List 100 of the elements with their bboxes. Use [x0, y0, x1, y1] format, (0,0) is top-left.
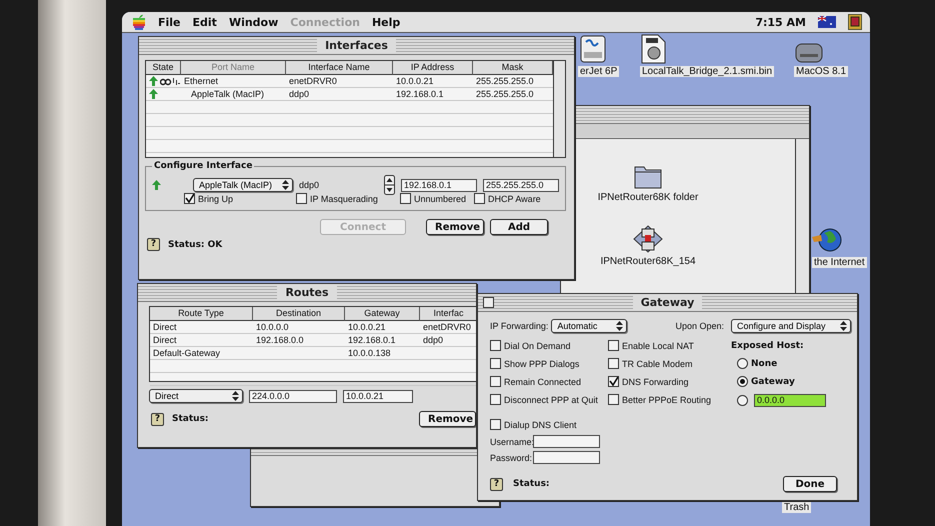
checkbox[interactable]: Dialup DNS Client — [490, 419, 577, 430]
field-label: Upon Open: — [675, 321, 724, 331]
section-label: Exposed Host: — [731, 341, 804, 351]
table-cell: ddp0 — [286, 88, 393, 101]
table-cell: AppleTalk (MacIP) — [181, 88, 286, 101]
checkbox[interactable]: Enable Local NAT — [608, 340, 694, 351]
table-cell: 192.168.0.1 — [393, 88, 473, 101]
done-button[interactable]: Done — [783, 476, 837, 492]
help-button[interactable]: ? — [147, 238, 160, 251]
checkbox[interactable]: Show PPP Dialogs — [490, 358, 580, 369]
check-mark-icon — [609, 377, 618, 386]
checkbox[interactable]: Remain Connected — [490, 376, 582, 387]
apple-logo-icon — [132, 14, 146, 30]
table-cell: Direct — [150, 334, 253, 347]
radio-label[interactable]: None — [751, 358, 778, 368]
check-mark-icon — [185, 194, 194, 203]
status-text: Status: OK — [168, 240, 222, 250]
close-box[interactable] — [483, 297, 494, 308]
title-bar[interactable]: Interfaces — [139, 37, 574, 55]
address-field[interactable]: 0.0.0.0 — [754, 394, 826, 407]
checkbox[interactable]: Better PPPoE Routing — [608, 394, 712, 405]
push-button[interactable]: Remove — [426, 219, 484, 235]
window-title: Interfaces — [317, 39, 396, 52]
icon-label[interactable]: LocalTalk_Bridge_2.1.smi.bin — [640, 66, 774, 77]
icon-label[interactable]: IPNetRouter68K folder — [598, 192, 698, 203]
column-header[interactable]: Interfac — [420, 307, 476, 321]
field-label: Username: — [490, 436, 532, 446]
updown-arrows-icon — [840, 321, 847, 331]
help-button[interactable]: ? — [151, 412, 164, 426]
table-cell: Default-Gateway — [150, 347, 253, 360]
icon-label[interactable]: the Internet — [812, 257, 867, 268]
column-header[interactable]: Interface Name — [286, 61, 393, 75]
link-icon — [160, 76, 180, 86]
radio-button[interactable] — [737, 376, 748, 387]
mask-field[interactable]: 255.255.255.0 — [483, 178, 559, 192]
menu-item[interactable]: Window — [228, 16, 278, 28]
window-title: Gateway — [632, 296, 702, 309]
popup-menu[interactable]: AppleTalk (MacIP) — [193, 178, 293, 192]
menu-item[interactable]: File — [158, 16, 181, 28]
status-text: Status: — [513, 479, 550, 489]
column-header[interactable]: Gateway — [345, 307, 420, 321]
radio-button[interactable] — [737, 395, 748, 406]
table-cell: 192.168.0.1 — [345, 334, 420, 347]
username-field[interactable] — [533, 435, 600, 448]
status-text: Status: — [172, 414, 209, 424]
column-header[interactable]: IP Address — [393, 61, 473, 75]
radio-label[interactable]: Gateway — [751, 376, 795, 386]
field-label: Password: — [490, 452, 532, 462]
icon-label[interactable]: IPNetRouter68K_154 — [600, 256, 696, 267]
icon-label[interactable]: erJet 6P — [578, 66, 620, 77]
checkbox[interactable]: Dial On Demand — [490, 340, 571, 351]
application-icon — [632, 225, 663, 253]
printer-icon — [578, 34, 608, 64]
column-header[interactable]: Mask — [473, 61, 553, 75]
push-button[interactable]: Add — [490, 219, 548, 235]
document-icon — [640, 34, 666, 64]
menu-item[interactable]: Help — [372, 16, 400, 28]
updown-arrows-icon — [616, 321, 624, 331]
table-cell: 10.0.0.21 — [393, 75, 473, 88]
table-cell: 10.0.0.138 — [345, 347, 420, 360]
column-header[interactable]: Destination — [253, 307, 345, 321]
column-header[interactable]: Route Type — [150, 307, 253, 321]
window-title: Routes — [277, 286, 337, 299]
application-menu-icon — [848, 14, 862, 30]
checkbox[interactable]: IP Masquerading — [296, 193, 378, 204]
group-label: Configure Interface — [152, 161, 254, 171]
destination-field[interactable]: 224.0.0.0 — [249, 390, 337, 402]
password-field[interactable] — [533, 451, 600, 464]
gateway-field[interactable]: 10.0.0.21 — [343, 390, 413, 402]
icon-label[interactable]: Trash — [782, 502, 812, 513]
checkbox[interactable]: TR Cable Modem — [608, 358, 693, 369]
field-label: IP Forwarding: — [490, 321, 548, 331]
checkbox[interactable]: Disconnect PPP at Quit — [490, 394, 598, 405]
popup-menu[interactable]: Configure and Display — [731, 319, 851, 333]
menu-item[interactable]: Edit — [192, 16, 217, 28]
table-cell: 10.0.0.21 — [345, 321, 420, 334]
updown-arrows-icon — [282, 180, 289, 190]
updown-arrows-icon — [232, 391, 239, 401]
help-button[interactable]: ? — [490, 478, 503, 490]
checkbox[interactable]: DNS Forwarding — [608, 376, 689, 387]
icon-label[interactable]: MacOS 8.1 — [794, 66, 848, 77]
popup-menu[interactable]: Automatic — [551, 319, 628, 333]
interface-name-label: ddp0 — [299, 180, 320, 190]
stepper-arrows-icon — [384, 175, 395, 195]
table-cell: enetDRVR0 — [286, 75, 393, 88]
table-cell: 192.168.0.0 — [253, 334, 345, 347]
menu-clock: 7:15 AM — [755, 16, 806, 28]
checkbox[interactable]: Unnumbered — [400, 193, 466, 204]
checkbox[interactable]: DHCP Aware — [474, 193, 541, 204]
popup-menu[interactable]: Direct — [149, 389, 243, 403]
radio-button[interactable] — [737, 358, 748, 369]
table-cell: Ethernet — [181, 75, 286, 88]
scroll-bar[interactable] — [553, 61, 565, 157]
title-bar[interactable]: Routes — [138, 284, 476, 302]
flag-icon — [818, 16, 836, 28]
column-header[interactable]: State — [146, 61, 181, 75]
checkbox[interactable]: Bring Up — [184, 193, 234, 204]
ip-address-field[interactable]: 192.168.0.1 — [401, 178, 477, 192]
push-button[interactable]: Remove — [419, 411, 476, 427]
title-bar[interactable]: Gateway — [478, 294, 857, 312]
